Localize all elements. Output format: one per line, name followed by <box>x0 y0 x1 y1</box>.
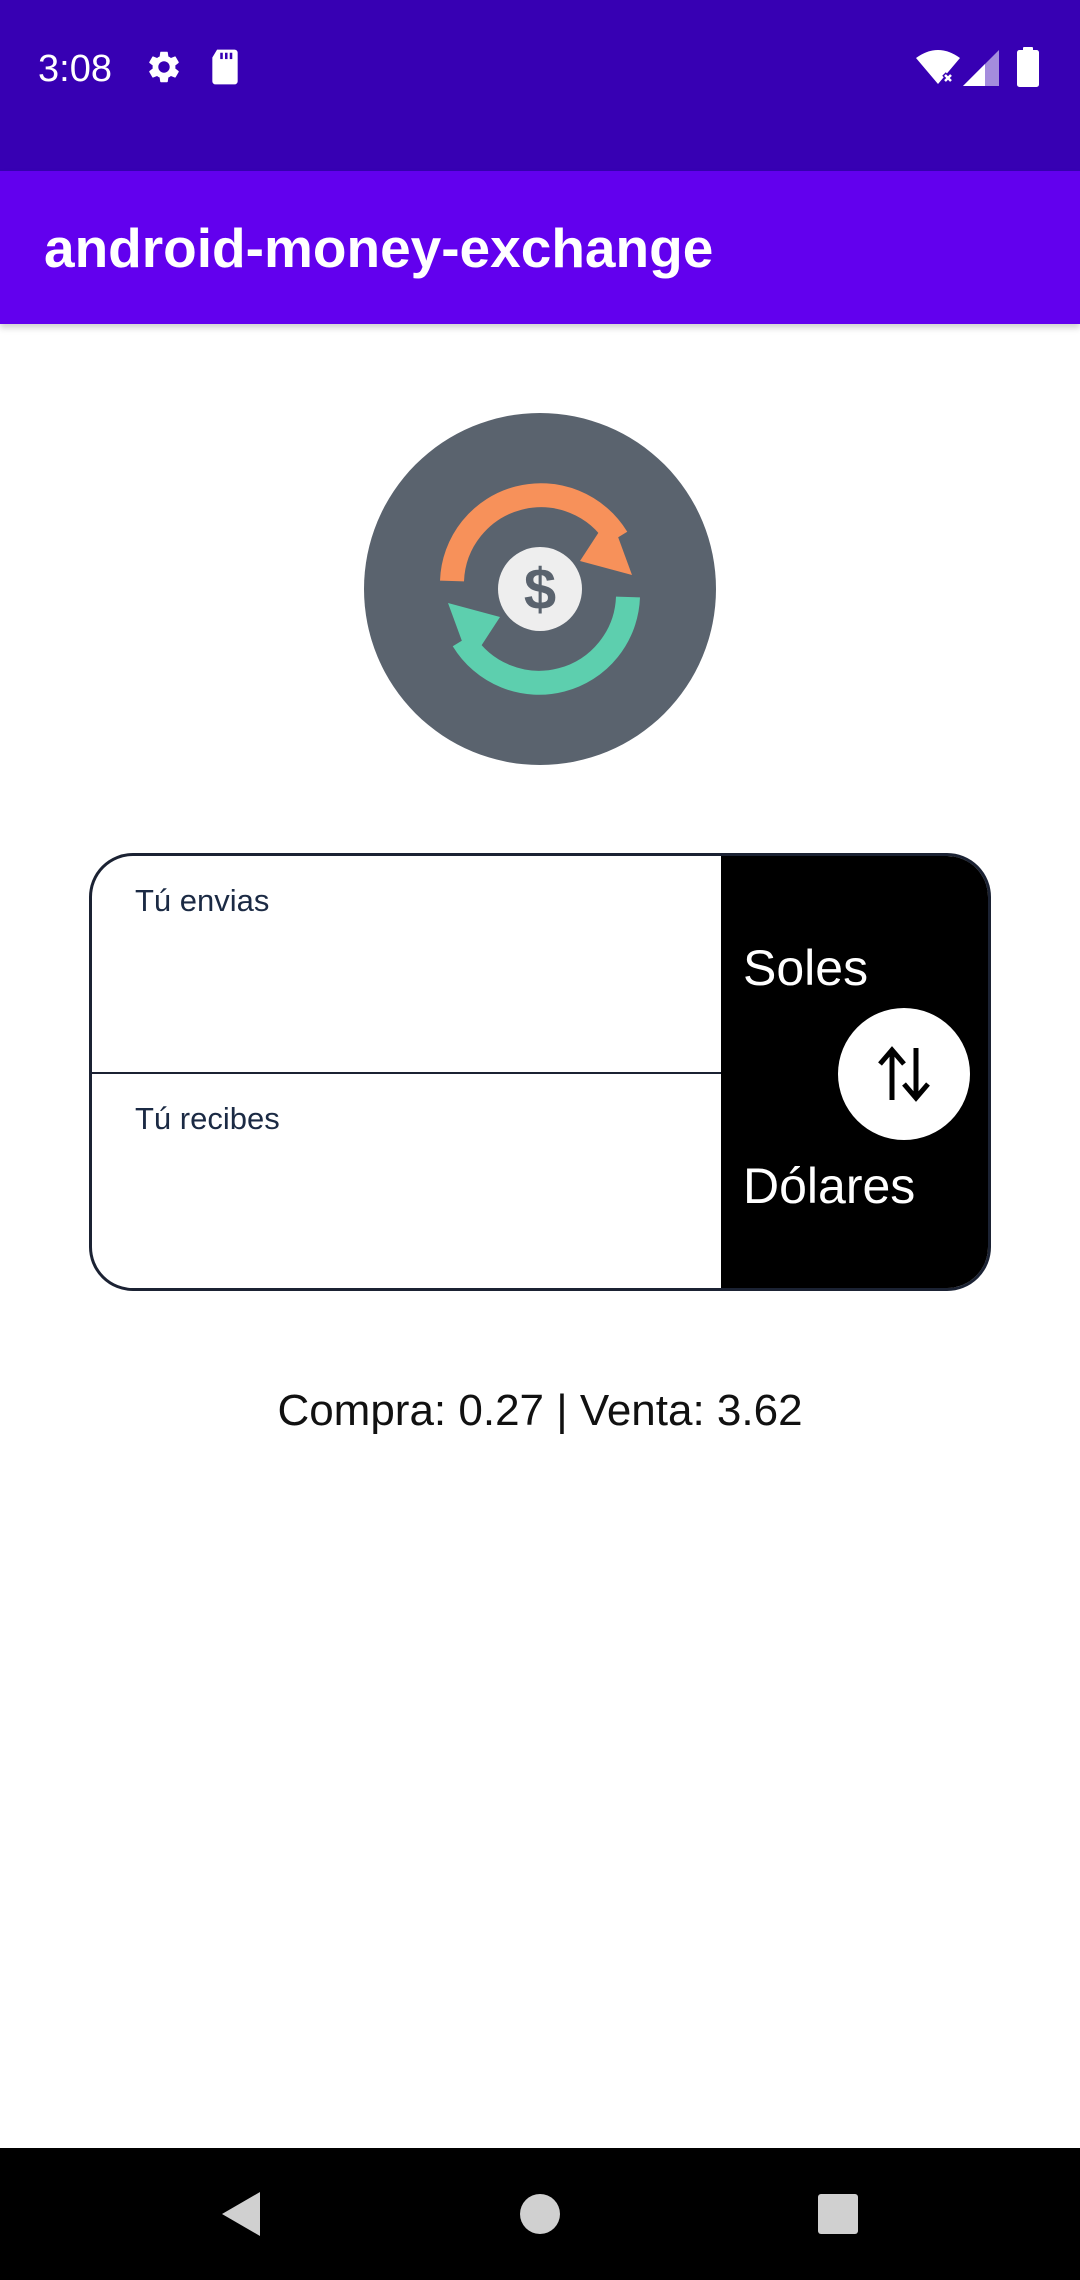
swap-currency-button[interactable] <box>838 1008 970 1140</box>
send-amount-input[interactable] <box>135 936 695 1016</box>
to-currency[interactable]: Dólares <box>743 1156 915 1216</box>
signal-icon <box>963 50 999 86</box>
gear-icon <box>149 51 179 83</box>
app-bar: android-money-exchange <box>0 171 1080 324</box>
recents-icon <box>818 2194 858 2234</box>
recents-button[interactable] <box>792 2168 884 2260</box>
exchange-rates: Compra: 0.27 | Venta: 3.62 <box>277 1386 803 1435</box>
navigation-bar <box>0 2148 1080 2280</box>
receive-label: Tú recibes <box>135 1101 280 1136</box>
back-icon <box>222 2192 260 2236</box>
receive-amount-input[interactable] <box>135 1154 695 1234</box>
status-bar: 3:08 <box>0 0 1080 171</box>
swap-vertical-icon <box>878 1046 930 1102</box>
wifi-icon <box>916 50 960 84</box>
home-button[interactable] <box>494 2168 586 2260</box>
status-time: 3:08 <box>38 48 112 90</box>
currency-exchange-icon: $ <box>364 413 716 765</box>
battery-icon <box>1017 47 1039 87</box>
sd-card-icon <box>212 49 238 85</box>
send-label: Tú envias <box>135 883 270 918</box>
dollar-symbol: $ <box>524 557 556 622</box>
home-icon <box>520 2194 560 2234</box>
back-button[interactable] <box>195 2168 287 2260</box>
app-title: android-money-exchange <box>44 217 714 279</box>
from-currency[interactable]: Soles <box>743 938 868 998</box>
